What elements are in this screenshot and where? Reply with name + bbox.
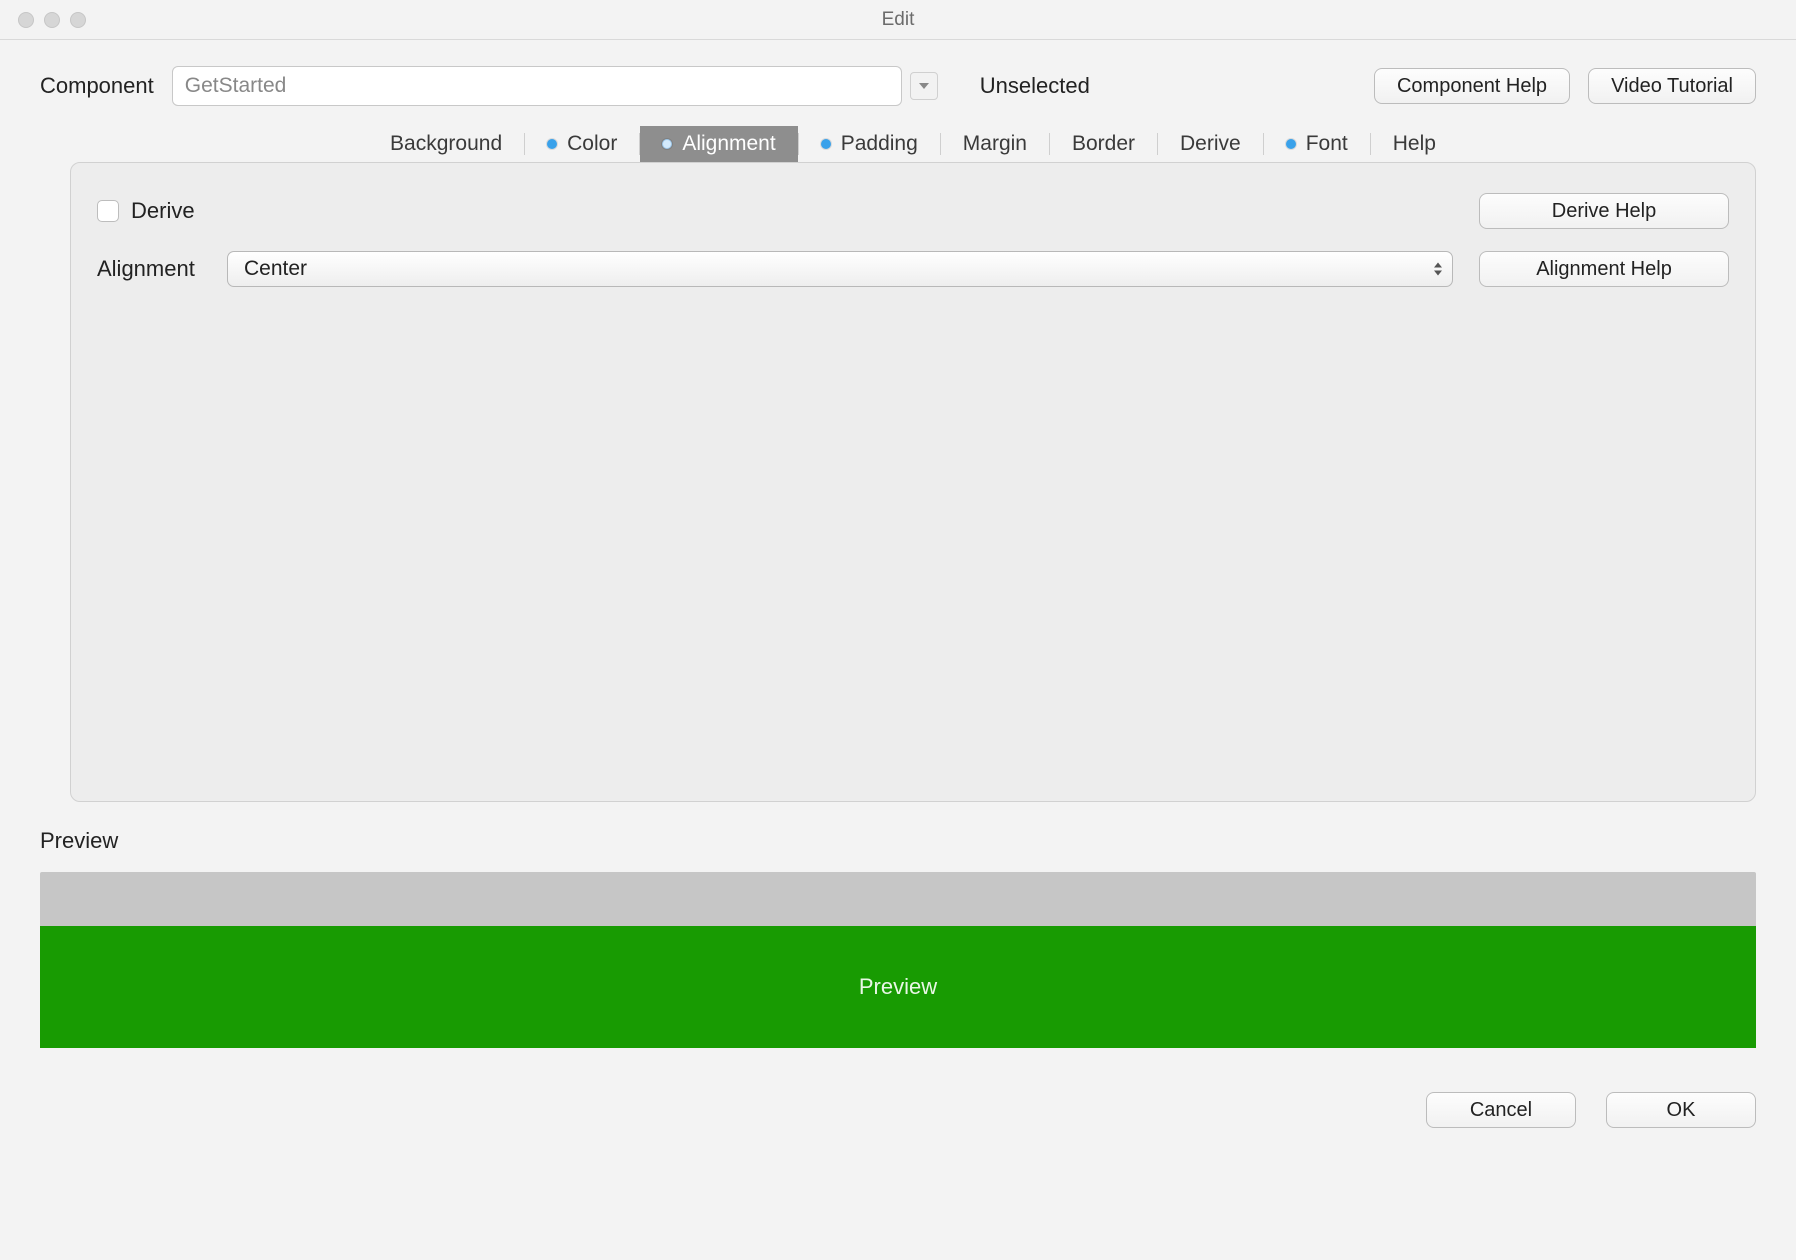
- derive-row: Derive Derive Help: [97, 193, 1729, 229]
- tab-label: Font: [1306, 132, 1348, 156]
- tab-label: Alignment: [682, 132, 775, 156]
- unselected-label: Unselected: [980, 73, 1090, 99]
- tabs: Background Color Alignment Padding Margi…: [110, 126, 1716, 162]
- dot-icon: [662, 139, 672, 149]
- window-title: Edit: [0, 9, 1796, 31]
- ok-button[interactable]: OK: [1606, 1092, 1756, 1128]
- tab-help[interactable]: Help: [1371, 126, 1458, 162]
- dot-icon: [547, 139, 557, 149]
- preview-section: Preview Preview: [40, 828, 1756, 1048]
- select-stepper-icon: [1434, 263, 1442, 276]
- tab-margin[interactable]: Margin: [941, 126, 1049, 162]
- tab-alignment[interactable]: Alignment: [640, 126, 797, 162]
- video-tutorial-button[interactable]: Video Tutorial: [1588, 68, 1756, 104]
- tab-border[interactable]: Border: [1050, 126, 1157, 162]
- chevron-down-icon: [919, 83, 929, 89]
- tab-label: Background: [390, 132, 502, 156]
- tab-background[interactable]: Background: [368, 126, 524, 162]
- tab-padding[interactable]: Padding: [799, 126, 940, 162]
- component-input-value: GetStarted: [185, 74, 287, 98]
- alignment-select-value: Center: [244, 257, 307, 281]
- header-row: Component GetStarted Unselected Componen…: [0, 40, 1796, 116]
- derive-checkbox-label: Derive: [131, 198, 195, 224]
- tab-font[interactable]: Font: [1264, 126, 1370, 162]
- alignment-row: Alignment Center Alignment Help: [97, 251, 1729, 287]
- cancel-button[interactable]: Cancel: [1426, 1092, 1576, 1128]
- preview-text: Preview: [859, 974, 937, 1000]
- derive-help-button[interactable]: Derive Help: [1479, 193, 1729, 229]
- component-help-button[interactable]: Component Help: [1374, 68, 1570, 104]
- tab-label: Margin: [963, 132, 1027, 156]
- component-input[interactable]: GetStarted: [172, 66, 902, 106]
- tab-label: Derive: [1180, 132, 1241, 156]
- component-label: Component: [40, 73, 154, 99]
- tab-color[interactable]: Color: [525, 126, 639, 162]
- tab-label: Border: [1072, 132, 1135, 156]
- tab-label: Color: [567, 132, 617, 156]
- dot-icon: [1286, 139, 1296, 149]
- component-combo: GetStarted: [172, 66, 938, 106]
- dot-icon: [821, 139, 831, 149]
- alignment-label: Alignment: [97, 256, 227, 282]
- tab-content-panel: Derive Derive Help Alignment Center Alig…: [70, 162, 1756, 802]
- preview-box: Preview: [40, 872, 1756, 1048]
- tab-label: Help: [1393, 132, 1436, 156]
- alignment-help-button[interactable]: Alignment Help: [1479, 251, 1729, 287]
- titlebar: Edit: [0, 0, 1796, 40]
- preview-inner: Preview: [40, 926, 1756, 1048]
- dialog-footer: Cancel OK: [0, 1048, 1796, 1128]
- tab-label: Padding: [841, 132, 918, 156]
- alignment-select[interactable]: Center: [227, 251, 1453, 287]
- preview-section-label: Preview: [40, 828, 1756, 854]
- derive-checkbox[interactable]: [97, 200, 119, 222]
- tab-derive[interactable]: Derive: [1158, 126, 1263, 162]
- component-dropdown-button[interactable]: [910, 72, 938, 100]
